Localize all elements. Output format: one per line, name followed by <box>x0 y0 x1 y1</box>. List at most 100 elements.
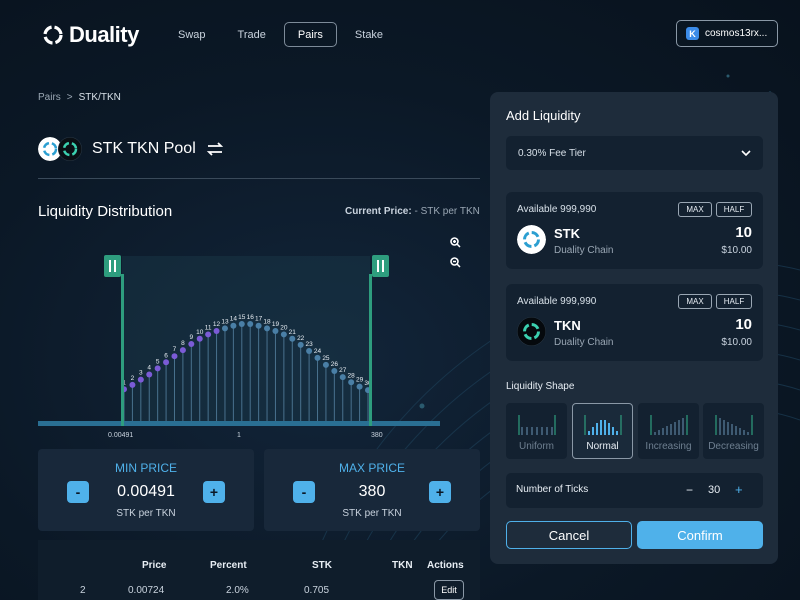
tick-label: 11 <box>205 324 212 331</box>
tick-dot[interactable] <box>314 354 321 361</box>
col-price: Price <box>142 560 167 571</box>
tick-dot[interactable] <box>322 361 329 368</box>
tick-dot[interactable] <box>230 322 237 329</box>
stk-chain: Duality Chain <box>554 245 614 256</box>
keplr-icon: K <box>686 27 699 40</box>
col-tkn: TKN <box>392 560 413 571</box>
tick-label: 22 <box>297 335 305 342</box>
breadcrumb-pairs[interactable]: Pairs <box>38 92 61 103</box>
duality-logo-icon <box>43 25 63 45</box>
logo[interactable]: Duality <box>42 22 139 48</box>
tick-dot[interactable] <box>188 341 195 348</box>
stk-max-button[interactable]: MAX <box>678 202 712 217</box>
tick-dot[interactable] <box>356 383 363 390</box>
min-price-increment-button[interactable]: + <box>203 481 225 503</box>
stk-half-button[interactable]: HALF <box>716 202 752 217</box>
tick-label: 9 <box>189 334 193 341</box>
min-price-input[interactable]: 0.00491 <box>111 483 181 501</box>
tick-dot[interactable] <box>255 322 262 329</box>
main-nav: Swap Trade Pairs Stake <box>164 22 401 47</box>
nav-swap[interactable]: Swap <box>164 22 220 47</box>
tick-dot[interactable] <box>163 359 170 366</box>
tkn-half-button[interactable]: HALF <box>716 294 752 309</box>
tick-dot[interactable] <box>264 325 271 332</box>
fee-tier-select[interactable]: 0.30% Fee Tier <box>506 136 763 170</box>
tick-dot[interactable] <box>272 327 279 334</box>
min-price-decrement-button[interactable]: - <box>67 481 89 503</box>
tick-dot[interactable] <box>137 376 144 383</box>
tick-dot[interactable] <box>221 325 228 332</box>
decreasing-shape-icon <box>714 415 753 435</box>
tick-dot[interactable] <box>339 374 346 381</box>
shape-uniform[interactable]: Uniform <box>506 403 567 459</box>
ticks-increment-button[interactable]: + <box>735 482 743 497</box>
min-price-label: MIN PRICE <box>114 461 177 475</box>
wallet-button[interactable]: K cosmos13rx... <box>676 20 778 47</box>
nav-stake[interactable]: Stake <box>341 22 397 47</box>
tkn-usd-value: $10.00 <box>721 337 752 348</box>
divider <box>38 178 480 179</box>
pool-header: STK TKN Pool <box>38 137 224 161</box>
tick-dot[interactable] <box>154 365 161 372</box>
edit-button[interactable]: Edit <box>434 580 464 600</box>
swap-direction-icon[interactable] <box>206 141 224 157</box>
cancel-button[interactable]: Cancel <box>506 521 632 549</box>
tick-dot[interactable] <box>306 347 313 354</box>
tick-label: 3 <box>139 370 143 377</box>
tick-dot[interactable] <box>297 341 304 348</box>
tick-label: 12 <box>213 321 221 328</box>
row-stk: 0.705 <box>304 585 330 596</box>
tkn-token-icon <box>517 317 546 346</box>
col-actions: Actions <box>427 560 464 571</box>
ticks-label: Number of Ticks <box>516 484 589 495</box>
tkn-max-button[interactable]: MAX <box>678 294 712 309</box>
ticks-table: Price Percent STK TKN Actions 2 0.00724 … <box>38 540 480 600</box>
chart-baseline <box>38 421 440 426</box>
tick-dot[interactable] <box>213 327 220 334</box>
max-price-decrement-button[interactable]: - <box>293 481 315 503</box>
tick-label: 7 <box>173 346 177 353</box>
max-price-input[interactable]: 380 <box>337 483 407 501</box>
tick-dot[interactable] <box>146 371 153 378</box>
pool-token-icons <box>38 137 82 161</box>
shape-normal[interactable]: Normal <box>572 403 633 459</box>
max-range-handle[interactable] <box>372 255 389 277</box>
tick-label: 8 <box>181 340 185 347</box>
tick-dot[interactable] <box>196 335 203 342</box>
tick-dot[interactable] <box>205 331 212 338</box>
col-percent: Percent <box>210 560 247 571</box>
liquidity-chart[interactable]: 1234567891011121314151617181920212223242… <box>38 240 480 442</box>
ticks-input[interactable]: 30 <box>708 484 720 496</box>
max-price-label: MAX PRICE <box>338 461 405 475</box>
current-price: Current Price: - STK per TKN <box>345 206 480 217</box>
tkn-amount-input[interactable]: 10 <box>735 316 752 333</box>
tick-dot[interactable] <box>331 367 338 374</box>
tick-dot[interactable] <box>171 353 178 360</box>
min-price-box: MIN PRICE - 0.00491 + STK per TKN <box>38 449 254 531</box>
tick-dot[interactable] <box>348 379 355 386</box>
tick-dot[interactable] <box>179 347 186 354</box>
tick-dot[interactable] <box>129 381 136 388</box>
tick-dot[interactable] <box>247 321 254 327</box>
shape-increasing-label: Increasing <box>645 441 692 452</box>
nav-pairs[interactable]: Pairs <box>283 22 337 47</box>
tick-label: 27 <box>339 367 347 374</box>
confirm-button[interactable]: Confirm <box>637 521 763 549</box>
stk-symbol: STK <box>554 226 580 241</box>
tick-dot[interactable] <box>238 321 245 327</box>
nav-trade[interactable]: Trade <box>224 22 280 47</box>
stk-amount-input[interactable]: 10 <box>735 224 752 241</box>
shape-increasing[interactable]: Increasing <box>638 403 699 459</box>
min-range-handle[interactable] <box>104 255 121 277</box>
tick-dot[interactable] <box>289 335 296 342</box>
max-price-unit: STK per TKN <box>342 508 402 519</box>
ticks-decrement-button[interactable]: − <box>686 483 693 497</box>
current-price-label: Current Price: <box>345 206 412 217</box>
max-price-increment-button[interactable]: + <box>429 481 451 503</box>
tick-label: 5 <box>156 358 160 365</box>
tkn-token-icon <box>58 137 82 161</box>
tick-dot[interactable] <box>280 331 287 338</box>
shape-decreasing[interactable]: Decreasing <box>703 403 764 459</box>
tick-label: 19 <box>272 321 280 328</box>
max-range-line <box>369 274 372 426</box>
